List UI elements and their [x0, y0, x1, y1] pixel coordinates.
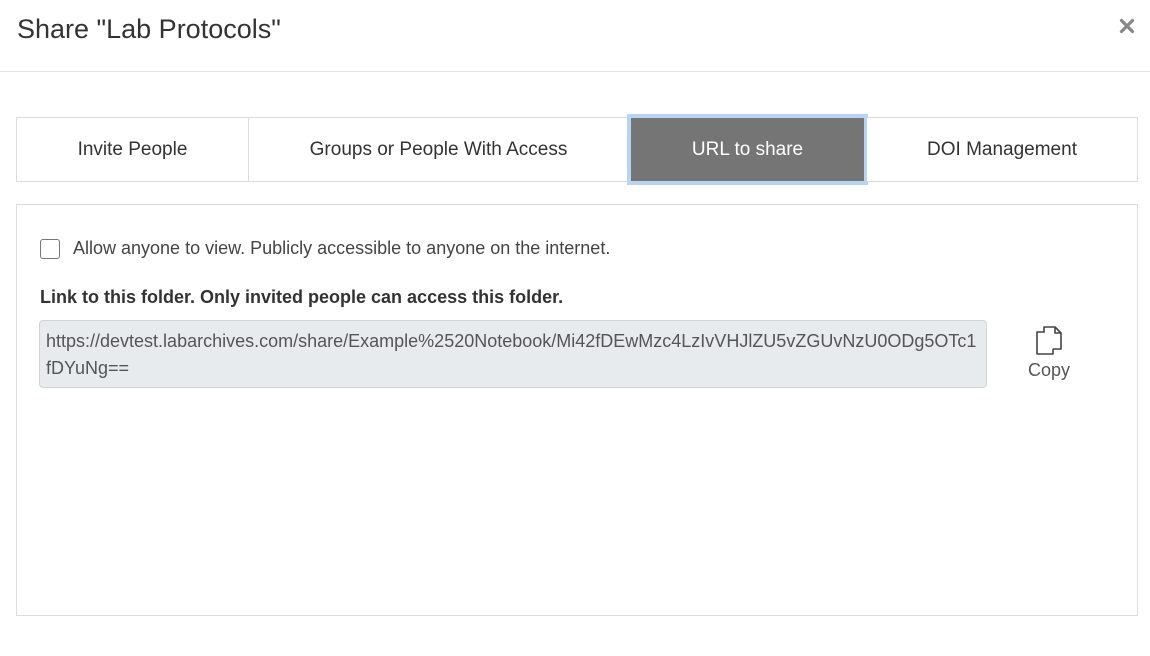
- copy-button[interactable]: Copy: [1019, 323, 1079, 385]
- dialog-title: Share "Lab Protocols": [17, 14, 281, 44]
- tab-doi-management[interactable]: DOI Management: [867, 118, 1137, 181]
- link-heading: Link to this folder. Only invited people…: [40, 287, 564, 307]
- copy-label: Copy: [1027, 360, 1071, 380]
- copy-icon: [1036, 326, 1062, 355]
- tab-url-to-share[interactable]: URL to share: [627, 114, 868, 185]
- close-button[interactable]: [1116, 13, 1138, 39]
- tab-invite-people[interactable]: Invite People: [17, 118, 249, 181]
- share-tabs: Invite People Groups or People With Acce…: [16, 114, 1138, 185]
- public-access-label: Allow anyone to view. Publicly accessibl…: [73, 238, 611, 258]
- share-url-field[interactable]: https://devtest.labarchives.com/share/Ex…: [39, 320, 987, 388]
- url-share-panel: Allow anyone to view. Publicly accessibl…: [16, 204, 1138, 616]
- tab-groups-or-people-with-access[interactable]: Groups or People With Access: [249, 118, 628, 181]
- public-access-checkbox[interactable]: [40, 238, 60, 259]
- close-icon: [1119, 18, 1135, 34]
- dialog-header: Share "Lab Protocols": [0, 0, 1150, 72]
- public-access-row: Allow anyone to view. Publicly accessibl…: [40, 238, 610, 259]
- share-dialog: Share "Lab Protocols" Invite People Grou…: [0, 0, 1150, 656]
